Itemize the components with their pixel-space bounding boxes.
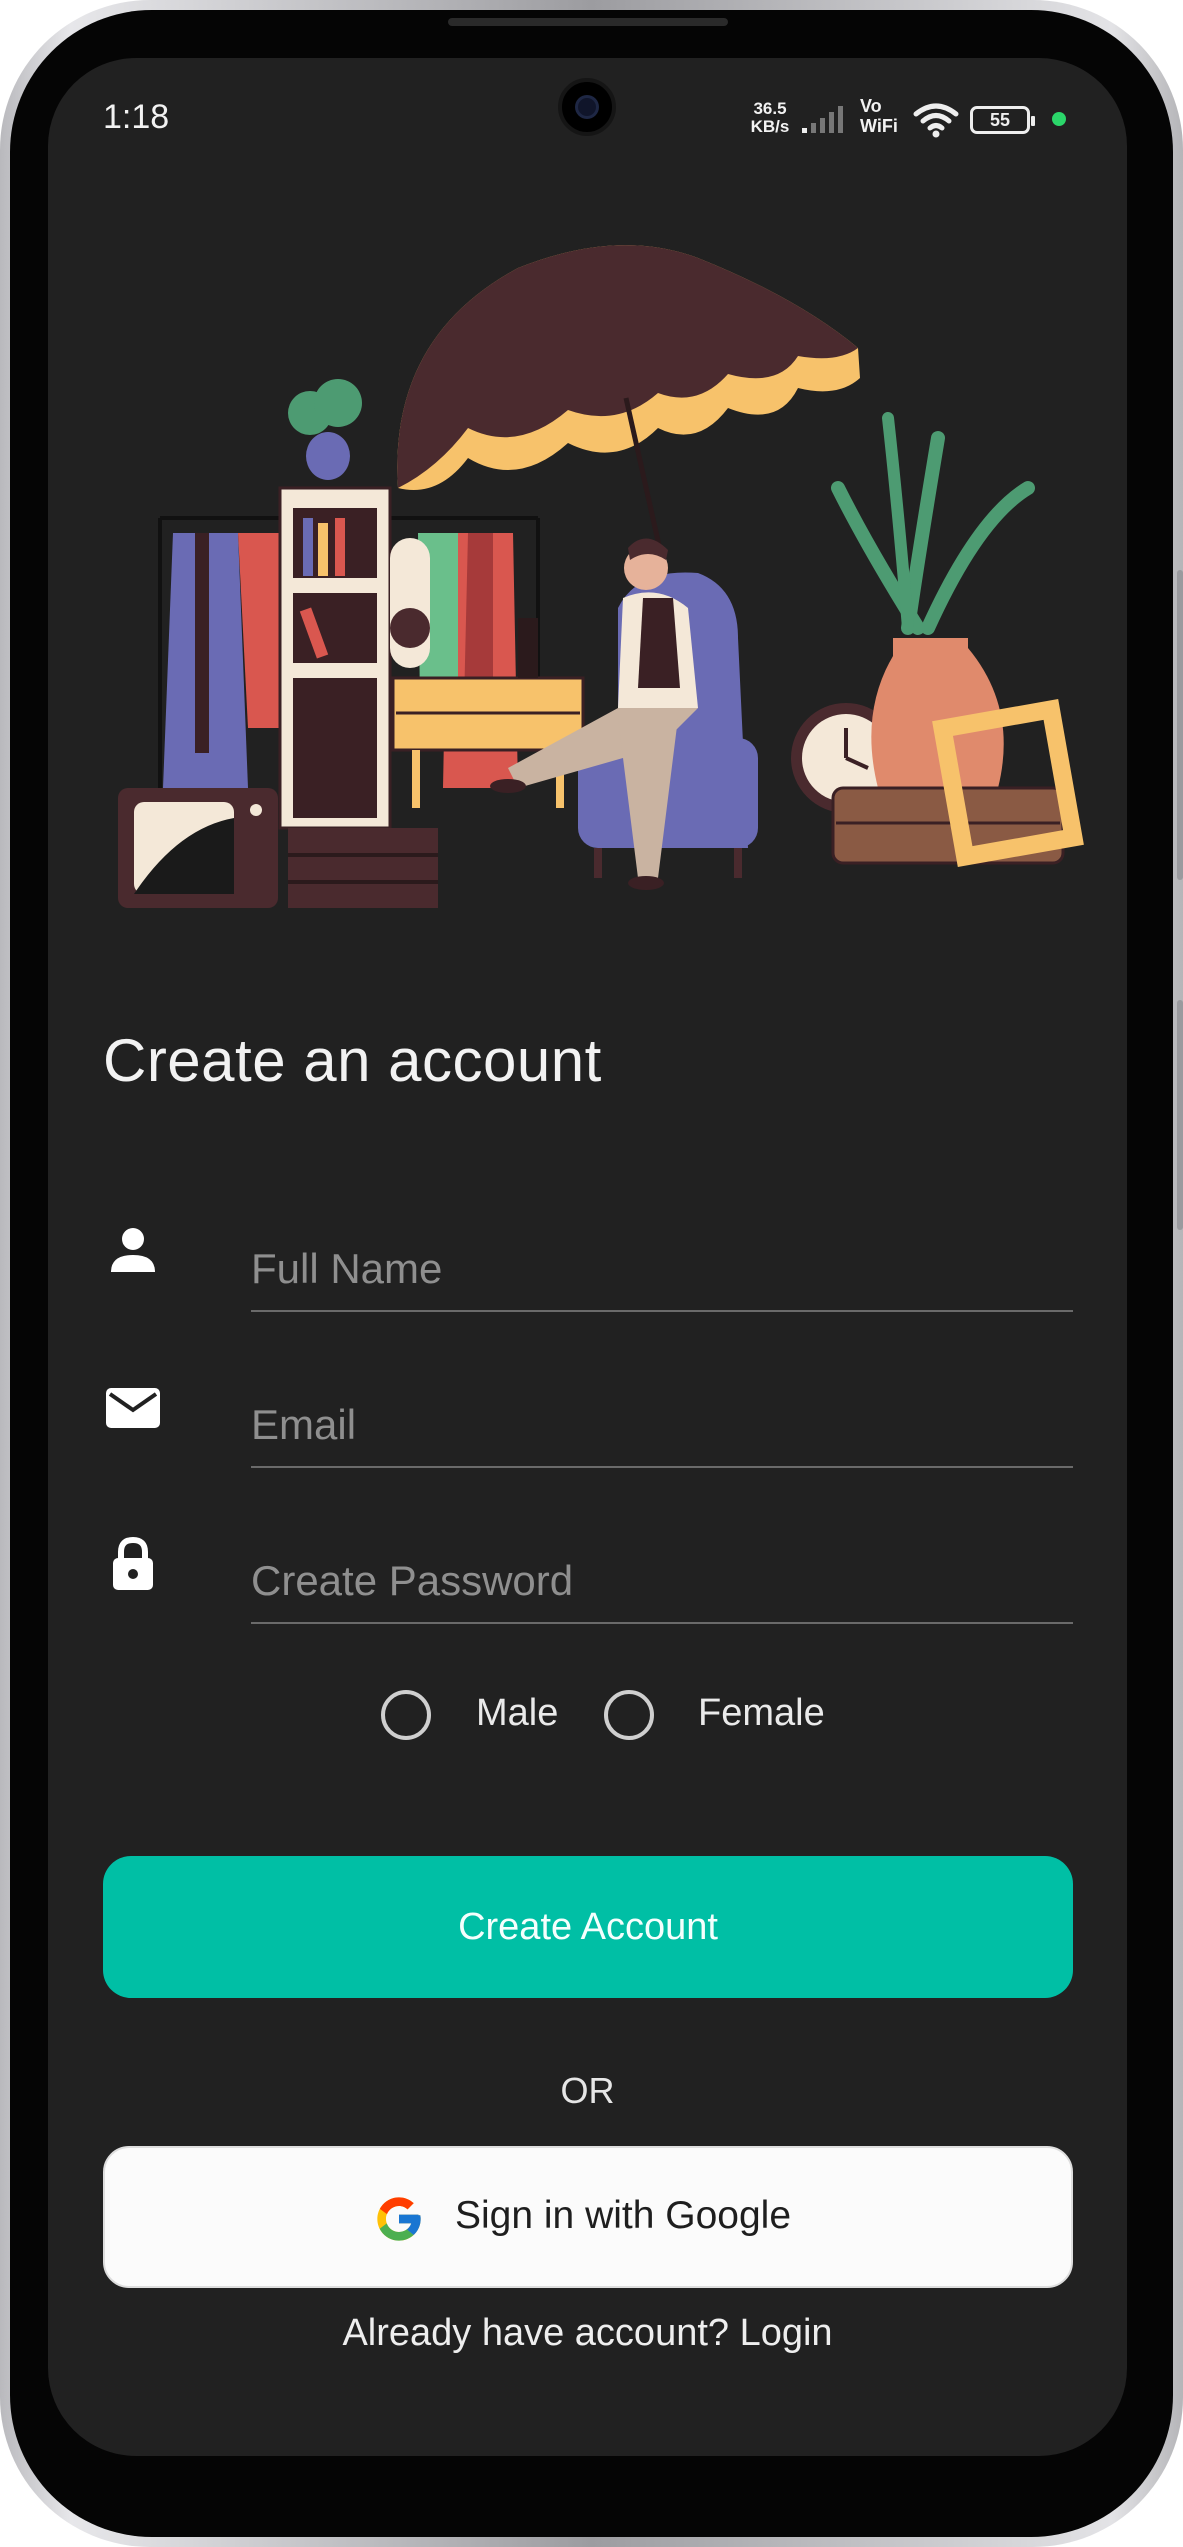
thrift-market-illustration (118, 245, 1084, 908)
front-camera (558, 78, 616, 136)
vowifi-top: Vo (860, 96, 882, 116)
lock-icon (113, 1536, 153, 1590)
male-radio-label[interactable]: Male (476, 1692, 558, 1735)
vowifi-indicator: Vo WiFi (860, 96, 898, 136)
female-radio[interactable] (604, 1690, 654, 1740)
volume-button (1177, 570, 1183, 880)
privacy-indicator-dot (1052, 112, 1066, 126)
power-button (1177, 1000, 1183, 1230)
email-input[interactable] (251, 1358, 1073, 1468)
vowifi-bottom: WiFi (860, 116, 898, 136)
app-screen: 1:18 36.5 KB/s Vo WiFi 55 Create an acco… (48, 58, 1127, 2456)
network-speed-value: 36.5 (753, 99, 787, 118)
female-radio-label[interactable]: Female (698, 1692, 825, 1735)
cellular-signal-icon (802, 106, 843, 133)
login-link[interactable]: Already have account? Login (48, 2312, 1127, 2355)
gender-radio-group: Male Female (48, 1678, 1127, 1748)
network-speed-unit: KB/s (750, 117, 790, 136)
earpiece-speaker (448, 18, 728, 26)
full-name-field-group (103, 1202, 1073, 1322)
phone-frame: 1:18 36.5 KB/s Vo WiFi 55 Create an acco… (0, 0, 1183, 2547)
male-radio[interactable] (381, 1690, 431, 1740)
status-icons: 36.5 KB/s Vo WiFi 55 (748, 96, 1088, 140)
wifi-icon (913, 103, 959, 138)
battery-indicator: 55 (970, 106, 1035, 134)
page-title: Create an account (103, 1027, 602, 1094)
network-speed: 36.5 KB/s (748, 100, 792, 136)
password-field-group (103, 1514, 1073, 1634)
person-icon (111, 1228, 155, 1272)
create-account-button[interactable]: Create Account (103, 1856, 1073, 1998)
google-signin-button[interactable]: Sign in with Google (103, 2146, 1073, 2288)
google-signin-label: Sign in with Google (455, 2194, 792, 2237)
email-field-group (103, 1358, 1073, 1478)
full-name-input[interactable] (251, 1202, 1073, 1312)
google-logo-icon (377, 2197, 421, 2241)
mail-icon (106, 1388, 160, 1428)
or-divider-text: OR (560, 2070, 615, 2111)
status-time: 1:18 (103, 98, 170, 136)
password-input[interactable] (251, 1514, 1073, 1624)
